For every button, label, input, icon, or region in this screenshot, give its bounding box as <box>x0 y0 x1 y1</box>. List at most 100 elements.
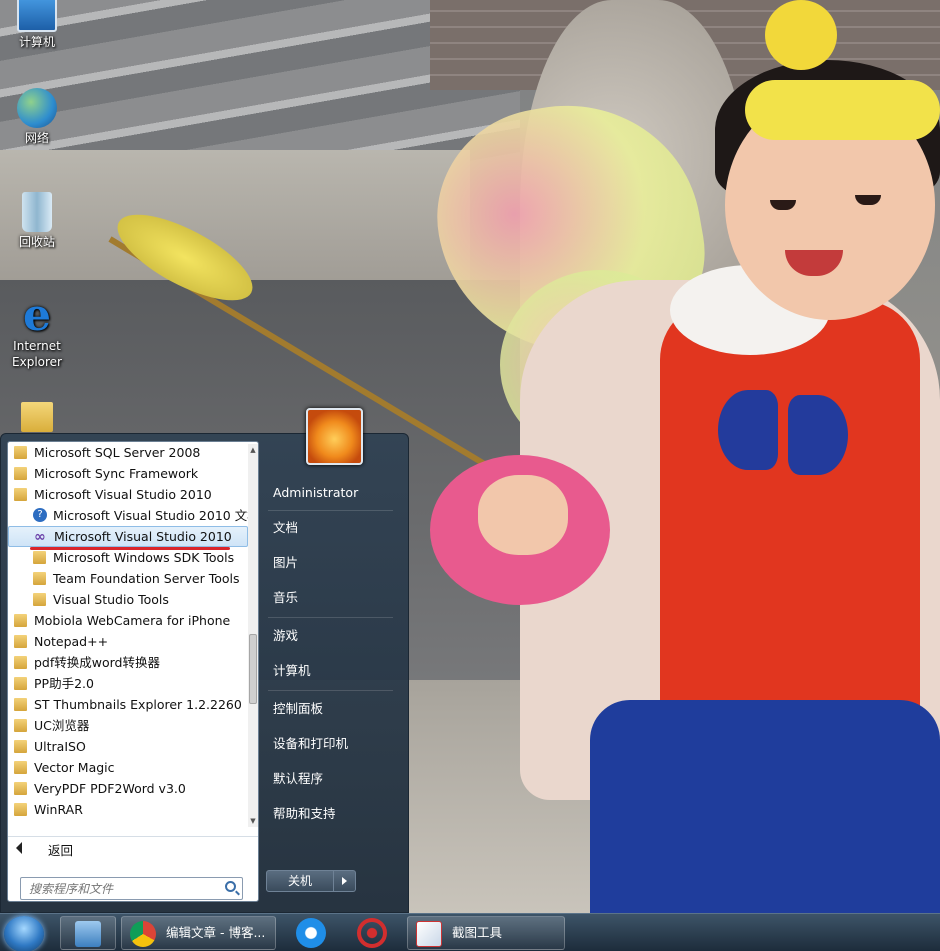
taskbar-button-label: 截图工具 <box>452 925 503 940</box>
program-item[interactable]: Microsoft Windows SDK Tools <box>8 547 248 568</box>
folder-icon <box>14 803 27 816</box>
program-label: UC浏览器 <box>34 718 90 733</box>
folder-icon <box>14 614 27 627</box>
wallpaper-butterfly <box>765 0 837 70</box>
program-label: Notepad++ <box>34 634 109 649</box>
scroll-down-icon[interactable]: ▼ <box>249 817 257 825</box>
program-label: Microsoft Sync Framework <box>34 466 199 481</box>
menu-separator <box>268 690 393 691</box>
folder-icon <box>21 402 53 432</box>
desktop-icon-internet-explorer[interactable]: e Internet Explorer <box>6 294 68 370</box>
back-button[interactable]: 返回 <box>8 836 258 860</box>
program-item[interactable]: pdf转换成word转换器 <box>8 652 248 673</box>
menu-separator <box>268 510 393 511</box>
program-item[interactable]: Team Foundation Server Tools <box>8 568 248 589</box>
folder-icon <box>14 677 27 690</box>
desktop-icon-label-line1: Internet <box>13 339 61 353</box>
wallpaper-hairband <box>745 80 940 140</box>
program-item[interactable]: Vector Magic <box>8 757 248 778</box>
selection-underline <box>30 547 230 550</box>
menu-item-default-programs[interactable]: 默认程序 <box>266 764 396 794</box>
menu-item-computer[interactable]: 计算机 <box>266 656 396 686</box>
app-red-icon[interactable] <box>357 918 387 948</box>
menu-separator <box>268 617 393 618</box>
program-label: Mobiola WebCamera for iPhone <box>34 613 231 628</box>
folder-icon <box>14 656 27 669</box>
folder-icon <box>33 593 46 606</box>
program-item[interactable]: Microsoft Sync Framework <box>8 463 248 484</box>
chrome-icon <box>130 921 156 947</box>
program-label: Microsoft Windows SDK Tools <box>53 550 235 565</box>
desktop-icon-computer[interactable]: 计算机 <box>6 0 68 50</box>
desktop-icon-folder[interactable] <box>6 402 68 434</box>
program-item[interactable]: Microsoft Visual Studio 2010 <box>8 484 248 505</box>
scroll-up-icon[interactable]: ▲ <box>249 446 257 454</box>
folder-open-icon <box>14 488 27 501</box>
menu-item-documents[interactable]: 文档 <box>266 513 396 543</box>
program-list: Microsoft SQL Server 2008 Microsoft Sync… <box>8 442 248 827</box>
program-label: Microsoft Visual Studio 2010 文档 <box>53 508 248 523</box>
program-item-selected[interactable]: ∞ Microsoft Visual Studio 2010 <box>8 526 248 547</box>
menu-item-pictures[interactable]: 图片 <box>266 548 396 578</box>
menu-item-music[interactable]: 音乐 <box>266 583 396 613</box>
program-item[interactable]: ST Thumbnails Explorer 1.2.2260 <box>8 694 248 715</box>
taskbar-button-label: 编辑文章 - 博客... <box>166 925 266 940</box>
program-item[interactable]: UltraISO <box>8 736 248 757</box>
folder-icon <box>14 446 27 459</box>
program-label: Vector Magic <box>34 760 115 775</box>
program-item[interactable]: PP助手2.0 <box>8 673 248 694</box>
folder-icon <box>33 551 46 564</box>
desktop-icon-label: 回收站 <box>18 235 55 249</box>
wallpaper-bow <box>718 390 848 485</box>
help-icon: ? <box>33 508 47 522</box>
program-label: Microsoft Visual Studio 2010 <box>34 487 212 502</box>
shutdown-button[interactable]: 关机 <box>266 870 334 892</box>
snipping-tool-icon <box>416 921 442 947</box>
taskbar-button-network[interactable] <box>60 916 116 950</box>
search-input[interactable] <box>29 879 219 899</box>
menu-item-help-support[interactable]: 帮助和支持 <box>266 799 396 829</box>
program-label: Microsoft SQL Server 2008 <box>34 445 201 460</box>
recycle-bin-icon <box>22 192 52 232</box>
menu-item-games[interactable]: 游戏 <box>266 621 396 651</box>
program-item[interactable]: VeryPDF PDF2Word v3.0 <box>8 778 248 799</box>
program-list-scrollbar[interactable]: ▲ ▼ <box>248 444 258 827</box>
desktop-icon-recycle-bin[interactable]: 回收站 <box>6 192 68 250</box>
program-item[interactable]: ? Microsoft Visual Studio 2010 文档 <box>8 505 248 526</box>
desktop-icon-label: 计算机 <box>18 35 55 49</box>
desktop-icon-network[interactable]: 网络 <box>6 88 68 146</box>
menu-item-control-panel[interactable]: 控制面板 <box>266 694 396 724</box>
program-item[interactable]: Visual Studio Tools <box>8 589 248 610</box>
program-label: Microsoft Visual Studio 2010 <box>54 529 232 544</box>
menu-item-user[interactable]: Administrator <box>266 478 396 508</box>
menu-item-devices-printers[interactable]: 设备和打印机 <box>266 729 396 759</box>
program-item[interactable]: Mobiola WebCamera for iPhone <box>8 610 248 631</box>
visual-studio-icon: ∞ <box>34 529 46 545</box>
search-icon[interactable] <box>225 881 236 892</box>
user-avatar[interactable] <box>306 408 363 465</box>
scrollbar-thumb[interactable] <box>249 634 257 704</box>
program-label: WinRAR <box>34 802 83 817</box>
start-button[interactable] <box>4 916 44 951</box>
media-player-icon[interactable] <box>296 918 326 948</box>
folder-icon <box>14 740 27 753</box>
folder-icon <box>14 698 27 711</box>
program-item[interactable]: Microsoft SQL Server 2008 <box>8 442 248 463</box>
taskbar-button-snipping-tool[interactable]: 截图工具 <box>407 916 565 950</box>
network-icon <box>17 88 57 128</box>
search-box[interactable] <box>20 877 243 900</box>
folder-icon <box>14 467 27 480</box>
program-item[interactable]: WinRAR <box>8 799 248 820</box>
program-item[interactable]: UC浏览器 <box>8 715 248 736</box>
program-label: UltraISO <box>34 739 86 754</box>
program-label: VeryPDF PDF2Word v3.0 <box>34 781 186 796</box>
computer-icon <box>17 0 57 32</box>
program-label: ST Thumbnails Explorer 1.2.2260 <box>34 697 242 712</box>
wallpaper-vest <box>660 300 920 720</box>
start-menu-programs-pane: Microsoft SQL Server 2008 Microsoft Sync… <box>7 441 259 902</box>
shutdown-options-button[interactable] <box>334 870 356 892</box>
wallpaper-hand <box>478 475 568 555</box>
taskbar-button-chrome[interactable]: 编辑文章 - 博客... <box>121 916 276 950</box>
program-label: Visual Studio Tools <box>53 592 169 607</box>
program-item[interactable]: Notepad++ <box>8 631 248 652</box>
